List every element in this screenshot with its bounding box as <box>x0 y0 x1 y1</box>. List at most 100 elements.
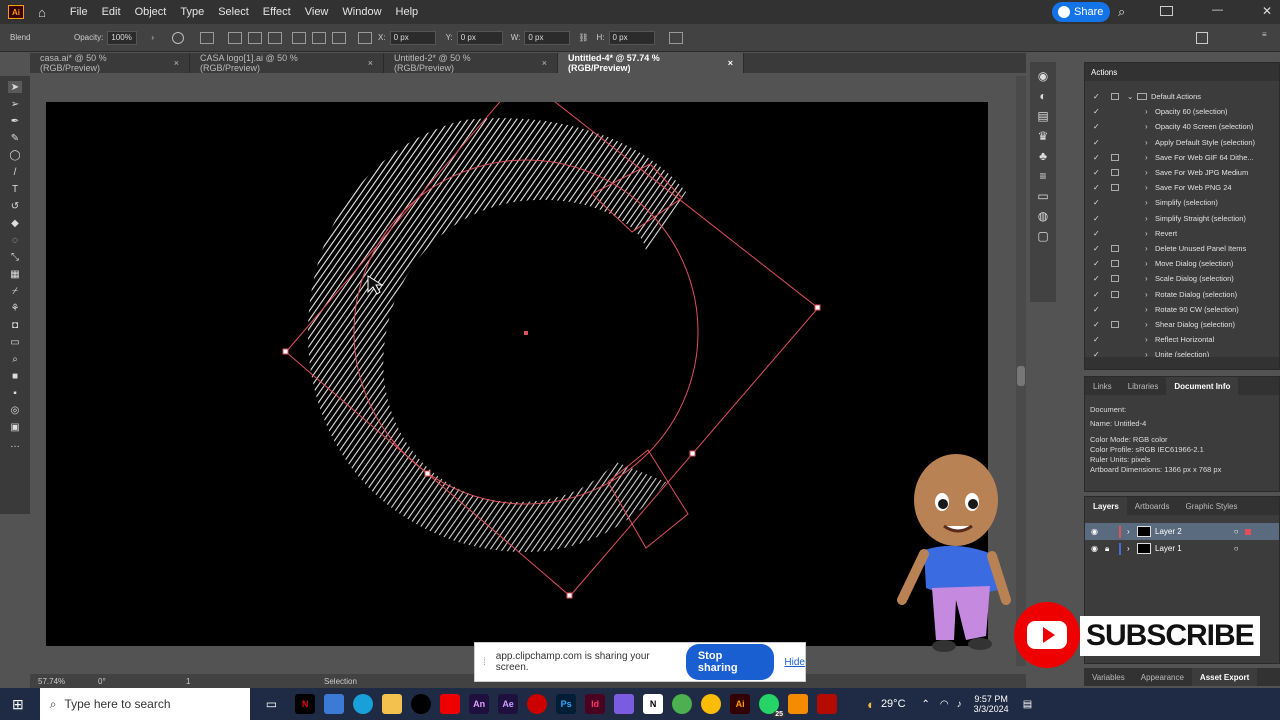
chevron-right-icon[interactable]: › <box>1145 274 1155 283</box>
chevron-right-icon[interactable]: › <box>151 33 154 42</box>
pen-tool-icon[interactable]: ✒ <box>8 115 22 127</box>
link-icon[interactable]: ⛓ <box>578 33 588 42</box>
chevron-right-icon[interactable]: › <box>1145 107 1155 116</box>
layer-name[interactable]: Layer 1 <box>1155 544 1182 553</box>
stroke-icon[interactable]: ≡ <box>1036 169 1050 183</box>
color-mode-icon[interactable]: ▪ <box>8 387 22 399</box>
w-input[interactable]: 0 px <box>524 30 571 45</box>
menu-help[interactable]: Help <box>396 6 419 18</box>
libraries-icon[interactable]: ▤ <box>1036 109 1050 123</box>
menu-effect[interactable]: Effect <box>263 6 291 18</box>
subscribe-overlay[interactable]: SUBSCRIBE <box>1014 602 1262 668</box>
check-icon[interactable]: ✓ <box>1093 107 1103 116</box>
x-input[interactable]: 0 px <box>389 30 436 45</box>
eye-icon[interactable]: ◉ <box>1091 544 1105 553</box>
whatsapp-icon[interactable]: 25 <box>759 694 786 718</box>
dialog-toggle[interactable] <box>1111 290 1119 298</box>
action-row[interactable]: ✓ › Opacity 40 Screen (selection) <box>1085 119 1279 134</box>
tab-close-icon[interactable]: × <box>542 58 547 68</box>
tab-variables[interactable]: Variables <box>1084 668 1133 686</box>
tab-close-icon[interactable]: × <box>174 58 179 68</box>
stop-sharing-button[interactable]: Stop sharing <box>685 644 775 680</box>
rotation-value[interactable]: 0° <box>98 677 178 686</box>
chevron-right-icon[interactable]: › <box>1145 244 1155 253</box>
clipchamp-icon[interactable] <box>614 694 635 714</box>
scale-tool-icon[interactable]: ⤡ <box>8 251 22 263</box>
dialog-toggle[interactable] <box>1111 169 1119 177</box>
action-row[interactable]: ✓ › Opacity 60 (selection) <box>1085 104 1279 119</box>
direct-selection-tool-icon[interactable]: ➢ <box>8 98 22 110</box>
menu-object[interactable]: Object <box>135 6 167 18</box>
target-icon[interactable]: ○ <box>1234 527 1239 536</box>
windows-start-icon[interactable]: ⊞ <box>12 696 24 713</box>
action-row[interactable]: ✓ › Save For Web PNG 24 <box>1085 180 1279 195</box>
menu-select[interactable]: Select <box>218 6 249 18</box>
tab-close-icon[interactable]: × <box>728 58 733 68</box>
scrollbar-thumb[interactable] <box>1017 366 1025 386</box>
workspace-icon[interactable] <box>1196 32 1208 44</box>
vlc-icon[interactable] <box>788 694 809 714</box>
comments-icon[interactable]: ▢ <box>1036 229 1050 243</box>
notifications-icon[interactable]: ▤ <box>1023 699 1032 710</box>
check-icon[interactable]: ✓ <box>1093 244 1103 253</box>
blend-tool-icon[interactable]: ⚘ <box>8 302 22 314</box>
check-icon[interactable]: ✓ <box>1093 153 1103 162</box>
paintbrush-tool-icon[interactable]: / <box>8 166 22 178</box>
drag-handle-icon[interactable]: ⁞ <box>483 657 486 668</box>
align-middle-icon[interactable] <box>312 31 327 44</box>
taskbar-search[interactable]: ⌕ Type here to search <box>39 688 250 720</box>
align-bottom-icon[interactable] <box>332 31 347 44</box>
brushes-icon[interactable]: ♛ <box>1036 129 1050 143</box>
eyedropper-tool-icon[interactable]: ⌿ <box>8 285 22 297</box>
align-center-icon[interactable] <box>248 31 263 44</box>
more-tools-icon[interactable]: … <box>8 438 22 450</box>
check-icon[interactable]: ✓ <box>1093 92 1103 101</box>
chevron-right-icon[interactable]: › <box>1145 138 1155 147</box>
chevron-right-icon[interactable]: › <box>1145 183 1155 192</box>
chevron-right-icon[interactable]: › <box>1127 527 1137 536</box>
lasso-tool-icon[interactable]: ◌ <box>8 234 22 246</box>
menu-edit[interactable]: Edit <box>102 6 121 18</box>
minimize-icon[interactable]: — <box>1212 4 1223 16</box>
chevron-right-icon[interactable]: › <box>1145 290 1155 299</box>
target-icon[interactable]: ○ <box>1234 544 1239 553</box>
draw-mode-icon[interactable]: ◎ <box>8 404 22 416</box>
clock[interactable]: 9:57 PM 3/3/2024 <box>974 694 1009 714</box>
youtube-icon[interactable] <box>440 694 461 714</box>
check-icon[interactable]: ✓ <box>1093 138 1103 147</box>
dialog-toggle[interactable] <box>1111 93 1119 101</box>
transparency-icon[interactable]: ◐ <box>1036 89 1050 103</box>
tab-links[interactable]: Links <box>1085 377 1120 395</box>
chevron-right-icon[interactable]: › <box>1145 320 1155 329</box>
utorrent-icon[interactable] <box>672 694 693 714</box>
y-input[interactable]: 0 px <box>456 30 503 45</box>
photoshop-icon[interactable]: Ps <box>556 694 577 714</box>
tab-appearance[interactable]: Appearance <box>1133 668 1192 686</box>
tab-untitled-4[interactable]: Untitled-4* @ 57.74 % (RGB/Preview) × <box>558 53 744 73</box>
action-row[interactable]: ✓ › Save For Web JPG Medium <box>1085 165 1279 180</box>
chevron-right-icon[interactable]: › <box>1145 168 1155 177</box>
tab-close-icon[interactable]: × <box>368 58 373 68</box>
symbols-icon[interactable]: ♣ <box>1036 149 1050 163</box>
acrobat-icon[interactable] <box>817 694 838 714</box>
tab-libraries[interactable]: Libraries <box>1120 377 1167 395</box>
hide-link[interactable]: Hide <box>784 657 805 668</box>
action-folder-row[interactable]: ✓ ⌄ Default Actions <box>1085 89 1279 104</box>
arrange-icon[interactable] <box>1160 6 1173 16</box>
curvature-tool-icon[interactable]: ✎ <box>8 132 22 144</box>
shape-builder-tool-icon[interactable]: ◘ <box>8 319 22 331</box>
eye-icon[interactable]: ◉ <box>1091 527 1105 536</box>
chevron-down-icon[interactable]: ⌄ <box>1127 92 1137 101</box>
volume-icon[interactable]: ♪ <box>957 699 962 710</box>
check-icon[interactable]: ✓ <box>1093 335 1103 344</box>
weather-icon[interactable]: ◐ <box>867 697 875 712</box>
zoom-tool-icon[interactable]: ⌕ <box>8 353 22 365</box>
align-icon[interactable] <box>200 31 215 44</box>
weather-temp[interactable]: 29°C <box>881 698 906 710</box>
action-row[interactable]: ✓ › Delete Unused Panel Items <box>1085 241 1279 256</box>
tray-chevron-icon[interactable]: ⌃ <box>922 699 930 710</box>
screen-mode-icon[interactable]: ▣ <box>8 421 22 433</box>
check-icon[interactable]: ✓ <box>1093 198 1103 207</box>
chevron-right-icon[interactable]: › <box>1145 214 1155 223</box>
zoom-level[interactable]: 57.74% <box>38 677 94 686</box>
